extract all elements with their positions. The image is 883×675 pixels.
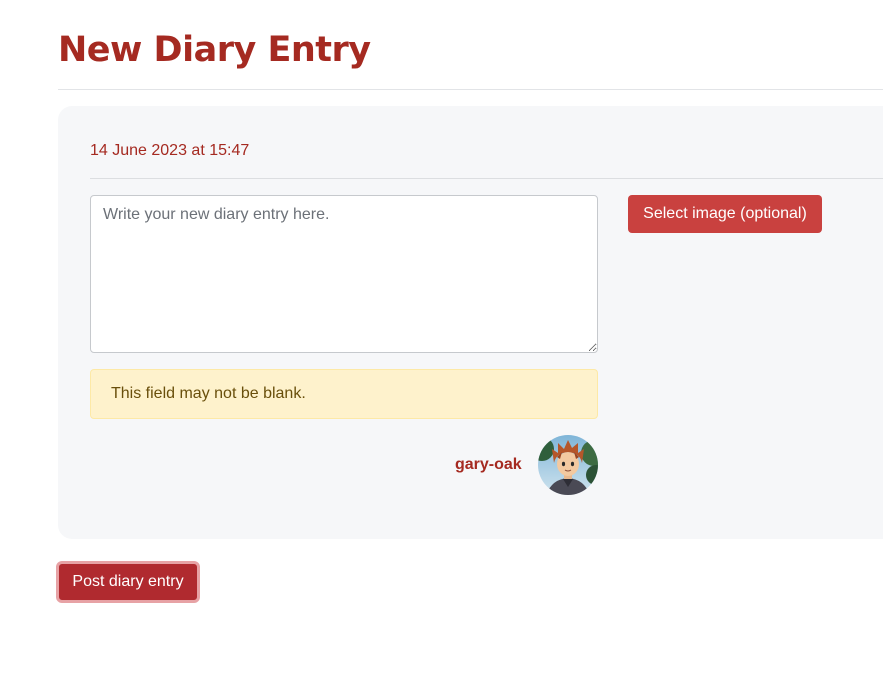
card-divider [90, 178, 883, 179]
diary-entry-textarea[interactable] [90, 195, 598, 353]
entry-timestamp: 14 June 2023 at 15:47 [90, 142, 250, 159]
author-username-link[interactable]: gary-oak [455, 455, 522, 475]
post-diary-entry-button[interactable]: Post diary entry [56, 561, 200, 603]
author-avatar[interactable] [538, 435, 598, 495]
page-title: New Diary Entry [58, 30, 371, 70]
validation-alert: This field may not be blank. [90, 369, 598, 419]
title-divider [58, 89, 883, 90]
select-image-button[interactable]: Select image (optional) [628, 195, 822, 233]
page: New Diary Entry 14 June 2023 at 15:47 Se… [0, 0, 883, 675]
avatar-image [538, 435, 598, 495]
